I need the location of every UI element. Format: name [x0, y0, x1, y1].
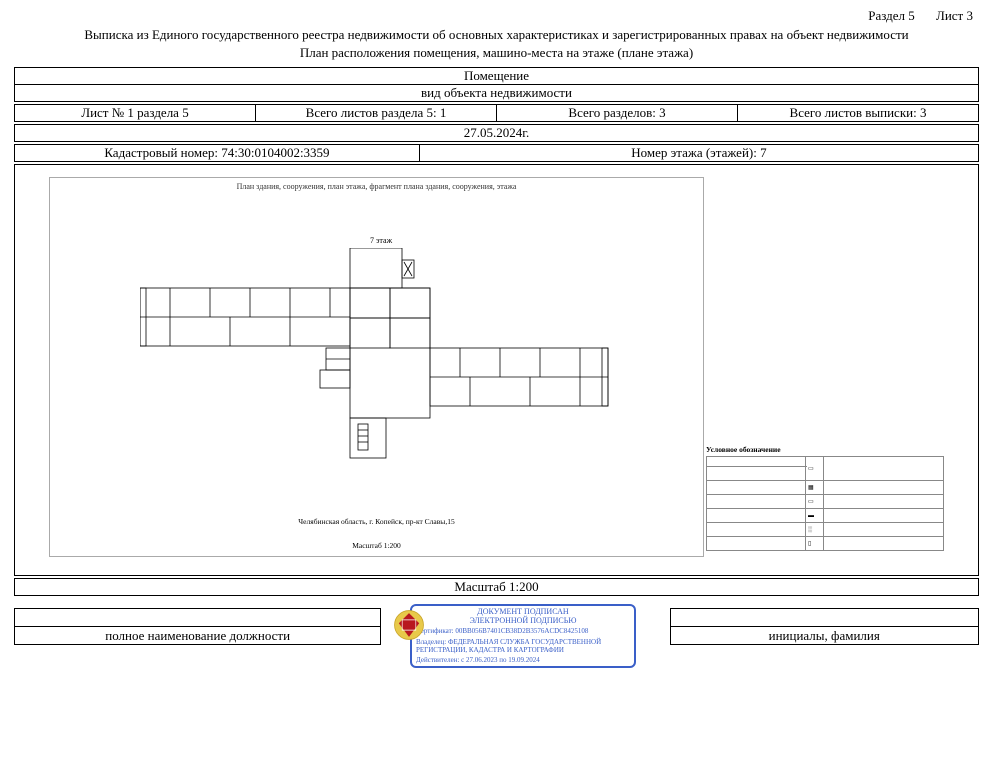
- plan-frame: План здания, сооружения, план этажа, фра…: [14, 164, 979, 576]
- plan-address: Челябинская область, г. Копейск, пр-кт С…: [50, 517, 703, 526]
- sheet-of-section: Лист № 1 раздела 5: [15, 105, 256, 122]
- title-block: Выписка из Единого государственного реес…: [14, 26, 979, 61]
- date-table: 27.05.2024г.: [14, 124, 979, 142]
- stamp-line1: ДОКУМЕНТ ПОДПИСАН: [416, 607, 630, 616]
- total-sheets-section: Всего листов раздела 5: 1: [256, 105, 497, 122]
- sheet-label: Лист 3: [936, 8, 973, 23]
- scale-text: Масштаб 1:200: [15, 579, 979, 596]
- position-label: полное наименование должности: [15, 627, 381, 645]
- floor-number: Номер этажа (этажей): 7: [419, 145, 978, 162]
- plan-floor-label: 7 этаж: [370, 236, 392, 245]
- legend-box: Условное обозначение ▭ ▦ ▭ ▬ ░ ▯: [706, 445, 944, 557]
- plan-inner: План здания, сооружения, план этажа, фра…: [49, 177, 704, 557]
- section-label: Раздел 5: [868, 8, 915, 23]
- title-line2: План расположения помещения, машино-мест…: [14, 44, 979, 62]
- legend-table: ▭ ▦ ▭ ▬ ░ ▯: [706, 456, 944, 551]
- object-type-label: вид объекта недвижимости: [15, 85, 979, 102]
- seal-icon: [392, 608, 426, 642]
- plan-top-caption: План здания, сооружения, план этажа, фра…: [50, 182, 703, 191]
- stamp-owner: Владелец: ФЕДЕРАЛЬНАЯ СЛУЖБА ГОСУДАРСТВЕ…: [416, 638, 630, 654]
- object-name: Помещение: [15, 68, 979, 85]
- total-sheets-extract: Всего листов выписки: 3: [738, 105, 979, 122]
- floor-plan-drawing: [140, 248, 610, 478]
- cadastral-number: Кадастровый номер: 74:30:0104002:3359: [15, 145, 420, 162]
- digital-signature-stamp: ДОКУМЕНТ ПОДПИСАН ЭЛЕКТРОННОЙ ПОДПИСЬЮ С…: [410, 604, 636, 668]
- stamp-cert: Сертификат: 00BB056B7401CB38D2B3576ACDC8…: [416, 627, 630, 635]
- cadastral-floor-table: Кадастровый номер: 74:30:0104002:3359 Но…: [14, 144, 979, 162]
- stamp-valid: Действителен: с 27.06.2023 по 19.09.2024: [416, 656, 630, 664]
- header-section-sheet: Раздел 5 Лист 3: [14, 8, 979, 24]
- scale-table: Масштаб 1:200: [14, 578, 979, 596]
- signature-area: полное наименование должности инициалы, …: [14, 608, 979, 688]
- stamp-line2: ЭЛЕКТРОННОЙ ПОДПИСЬЮ: [416, 616, 630, 625]
- initials-label: инициалы, фамилия: [670, 627, 979, 645]
- document-date: 27.05.2024г.: [15, 125, 979, 142]
- total-sections: Всего разделов: 3: [497, 105, 738, 122]
- legend-title: Условное обозначение: [706, 445, 944, 454]
- plan-scale-small: Масштаб 1:200: [50, 541, 703, 550]
- object-table: Помещение вид объекта недвижимости: [14, 67, 979, 102]
- counts-table: Лист № 1 раздела 5 Всего листов раздела …: [14, 104, 979, 122]
- title-line1: Выписка из Единого государственного реес…: [14, 26, 979, 44]
